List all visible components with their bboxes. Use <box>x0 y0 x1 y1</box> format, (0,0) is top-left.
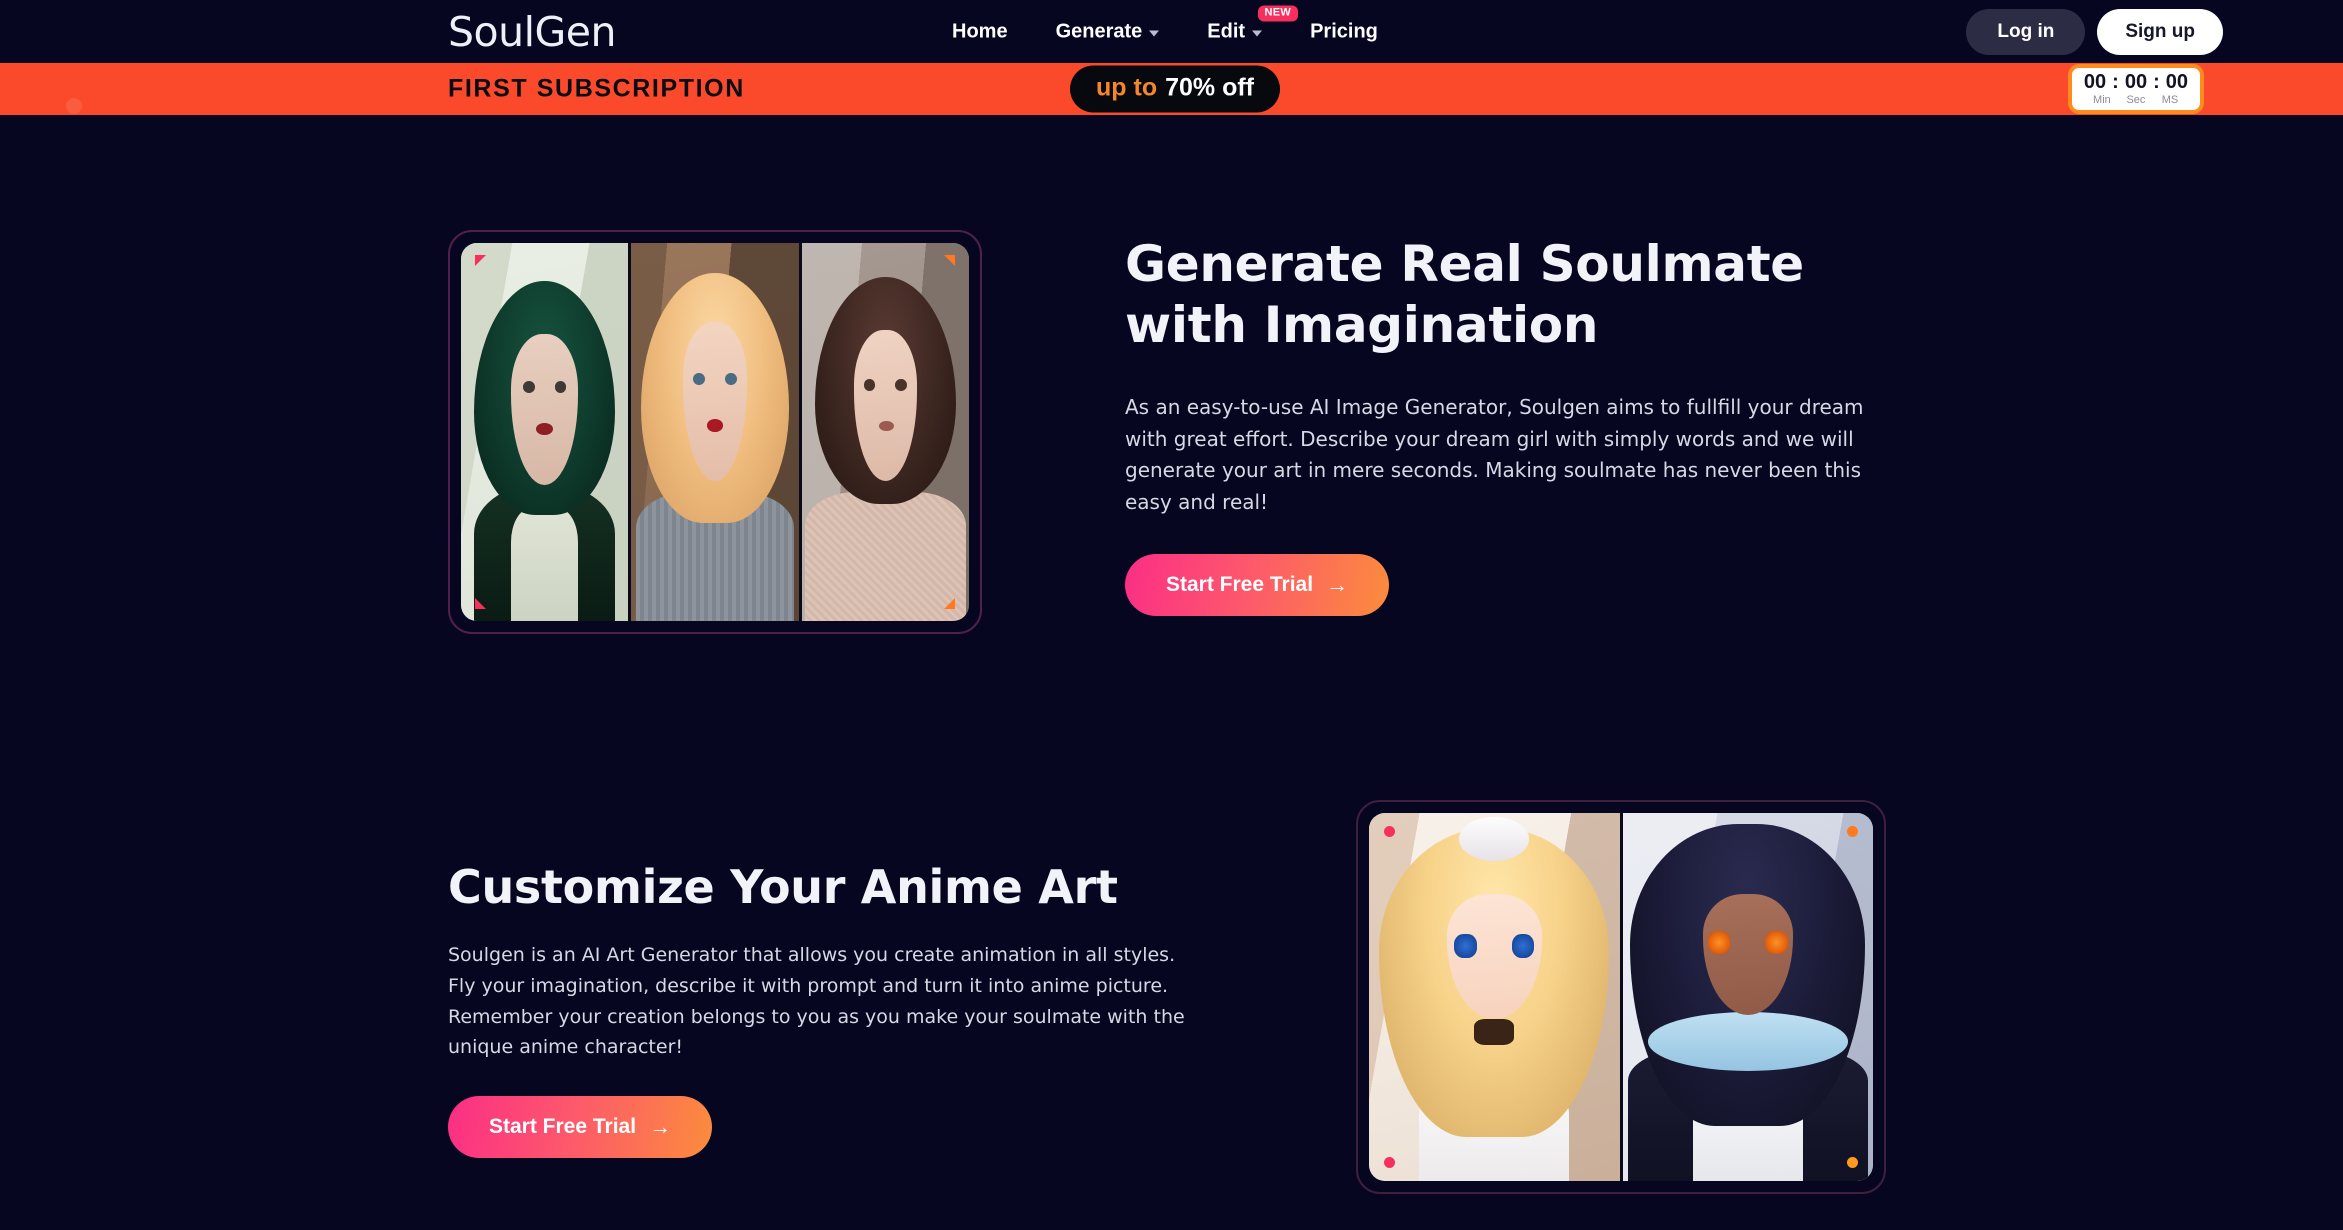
arrow-right-icon: → <box>649 1114 672 1140</box>
countdown-timer: 00 : 00 : 00 Min Sec MS <box>2067 64 2204 114</box>
promo-offer-pill[interactable]: up to 70% off <box>1070 65 1280 113</box>
new-badge: NEW <box>1257 5 1299 21</box>
hero-section: Generate Real Soulmate with Imagination … <box>0 230 2343 650</box>
nav-label-edit: Edit <box>1207 20 1246 42</box>
timer-label-min: Min <box>2093 94 2111 106</box>
anime-image-gallery <box>1369 813 1873 1181</box>
anime-start-free-trial-button[interactable]: Start Free Trial → <box>448 1096 713 1159</box>
hero-image-gallery <box>461 243 969 621</box>
corner-dot-icon <box>1384 826 1395 837</box>
nav-item-home[interactable]: Home <box>952 20 1008 43</box>
anime-photo-dark-hair <box>1622 813 1873 1181</box>
timer-minutes: 00 <box>2083 71 2107 93</box>
promo-offer-amount: 70% off <box>1165 73 1254 102</box>
corner-dot-icon <box>1384 1157 1395 1168</box>
timer-milliseconds: 00 <box>2165 71 2188 93</box>
anime-section: Customize Your Anime Art Soulgen is an A… <box>0 790 2343 1210</box>
login-button[interactable]: Log in <box>1966 8 2086 55</box>
corner-dot-icon <box>1847 1157 1858 1168</box>
nav-item-pricing[interactable]: Pricing <box>1310 20 1378 43</box>
logo[interactable]: SoulGen <box>448 8 616 56</box>
hero-text-block: Generate Real Soulmate with Imagination … <box>1125 234 1885 617</box>
promo-decorative-dot <box>66 98 82 114</box>
promo-offer-prefix: up to <box>1096 73 1158 102</box>
nav-item-generate[interactable]: Generate <box>1056 20 1160 43</box>
arrow-right-icon: → <box>1326 572 1349 598</box>
site-header: SoulGen Home Generate Edit NEW Pricing L… <box>0 0 2343 63</box>
anime-paragraph: Soulgen is an AI Art Generator that allo… <box>448 944 1185 1059</box>
hero-heading: Generate Real Soulmate with Imagination <box>1125 235 1804 354</box>
promo-title: FIRST SUBSCRIPTION <box>448 74 745 103</box>
timer-labels: Min Sec MS <box>2084 94 2188 106</box>
hero-photo-blonde <box>631 243 799 621</box>
anime-text-block: Customize Your Anime Art Soulgen is an A… <box>448 860 1208 1159</box>
anime-photo-blonde <box>1369 813 1620 1181</box>
anime-cta-label: Start Free Trial <box>489 1115 637 1139</box>
timer-label-ms: MS <box>2161 94 2179 106</box>
timer-separator: : <box>2112 71 2119 93</box>
anime-heading: Customize Your Anime Art <box>448 860 1118 914</box>
chevron-down-icon <box>1149 30 1160 36</box>
hero-paragraph: As an easy-to-use AI Image Generator, So… <box>1125 395 1864 514</box>
auth-buttons: Log in Sign up <box>1966 8 2223 55</box>
nav-label-generate: Generate <box>1055 20 1143 42</box>
corner-dot-icon <box>1847 826 1858 837</box>
promo-banner[interactable]: FIRST SUBSCRIPTION up to 70% off 00 : 00… <box>0 63 2343 115</box>
nav-item-edit[interactable]: Edit NEW <box>1207 5 1299 43</box>
main-navigation: Home Generate Edit NEW Pricing <box>952 5 1378 43</box>
hero-photo-green-hair <box>461 243 629 621</box>
chevron-down-icon <box>1252 30 1263 36</box>
corner-triangle-icon <box>944 255 955 266</box>
timer-separator: : <box>2153 71 2160 93</box>
nav-label-home: Home <box>952 20 1008 42</box>
hero-image-frame <box>448 230 982 634</box>
timer-label-sec: Sec <box>2126 94 2146 106</box>
corner-triangle-icon <box>475 255 486 266</box>
corner-triangle-icon <box>944 598 955 609</box>
timer-seconds: 00 <box>2124 71 2148 93</box>
hero-cta-label: Start Free Trial <box>1166 573 1314 597</box>
timer-digits: 00 : 00 : 00 <box>2084 72 2188 93</box>
hero-photo-brunette <box>801 243 969 621</box>
nav-label-pricing: Pricing <box>1310 20 1378 42</box>
hero-start-free-trial-button[interactable]: Start Free Trial → <box>1125 554 1390 617</box>
corner-triangle-icon <box>475 598 486 609</box>
anime-image-frame <box>1356 800 1886 1194</box>
signup-button[interactable]: Sign up <box>2097 8 2223 55</box>
